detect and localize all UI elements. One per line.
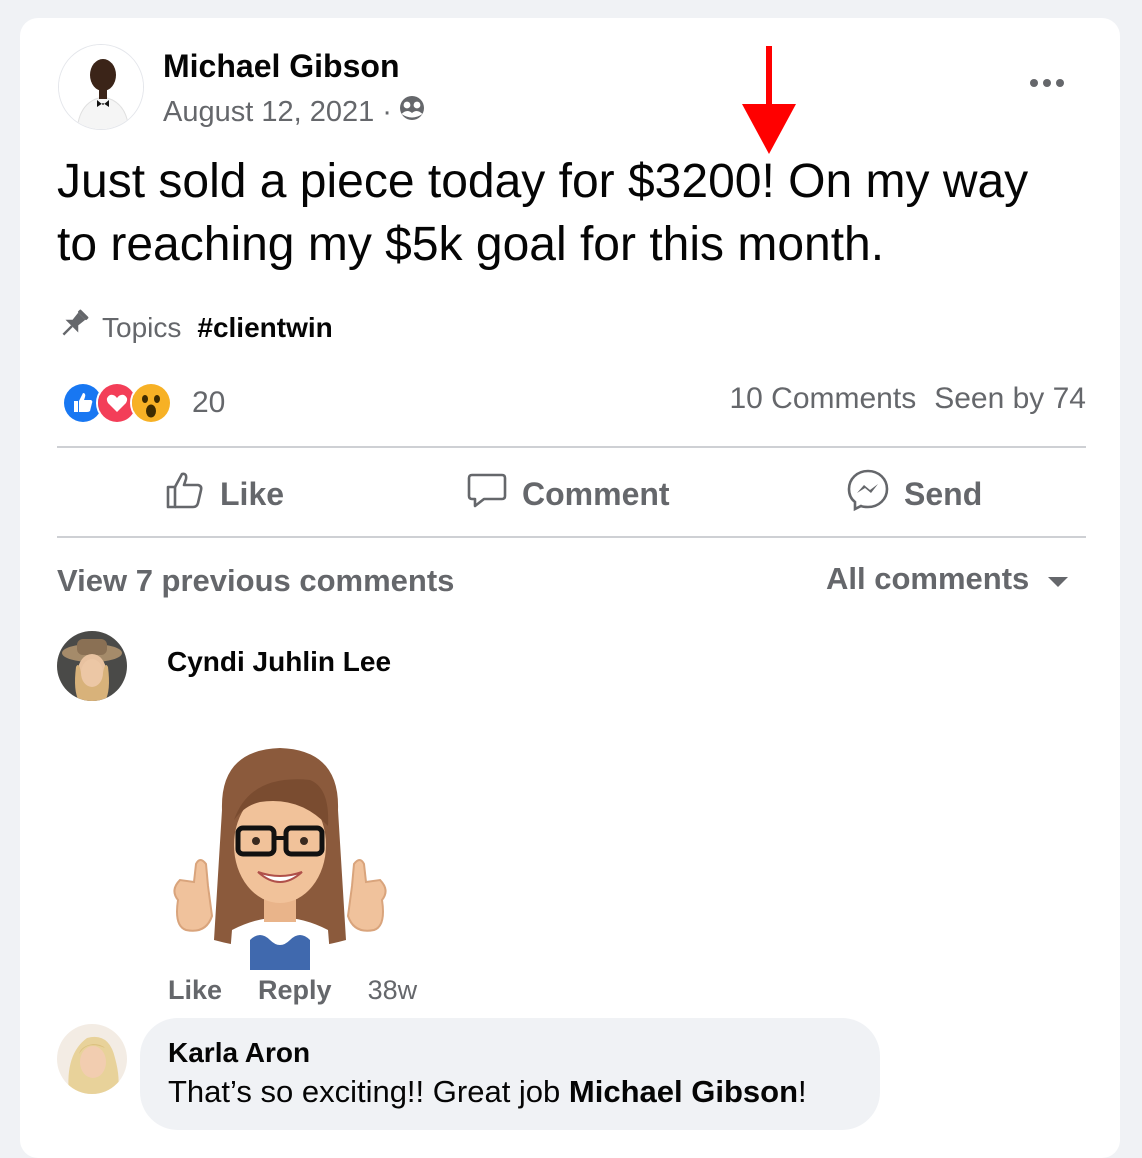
comment-filter-label: All comments (826, 561, 1030, 596)
more-options-button[interactable] (1020, 68, 1074, 98)
annotation-arrow (742, 46, 796, 154)
hashtag-link[interactable]: #clientwin (197, 312, 332, 344)
comment-button-label: Comment (522, 475, 670, 512)
commenter-avatar[interactable] (57, 631, 127, 701)
messenger-icon (846, 468, 890, 520)
author-name[interactable]: Michael Gibson (163, 48, 399, 85)
pin-icon (56, 306, 92, 349)
comment-icon (466, 469, 508, 519)
comment-like-button[interactable]: Like (168, 975, 222, 1006)
friends-icon (398, 94, 426, 130)
comments-count[interactable]: 10 Comments (729, 382, 916, 416)
reaction-count: 20 (192, 386, 226, 419)
send-button[interactable]: Send (846, 466, 982, 522)
comment-filter-dropdown[interactable]: All comments (826, 561, 1069, 597)
send-button-label: Send (904, 475, 983, 512)
commenter-name[interactable]: Cyndi Juhlin Lee (167, 646, 391, 678)
post-date[interactable]: August 12, 2021 · (163, 94, 426, 130)
caret-down-icon (1047, 561, 1069, 597)
comment-button[interactable]: Comment (466, 466, 670, 522)
post-stats: 10 Comments Seen by 74 (729, 382, 1086, 416)
view-previous-comments[interactable]: View 7 previous comments (57, 563, 454, 599)
author-avatar[interactable] (58, 44, 144, 130)
comment-reply-button[interactable]: Reply (258, 975, 332, 1006)
thumbs-up-icon (164, 469, 206, 519)
more-icon (1030, 79, 1038, 87)
comment-text-before: That’s so exciting!! Great job (168, 1074, 569, 1109)
comment-text: That’s so exciting!! Great job Michael G… (168, 1074, 807, 1110)
mention-link[interactable]: Michael Gibson (569, 1074, 798, 1109)
seen-by[interactable]: Seen by 74 (934, 382, 1086, 416)
post-date-text: August 12, 2021 · (163, 95, 392, 128)
commenter-avatar[interactable] (57, 1024, 127, 1094)
comment-text-after: ! (798, 1074, 807, 1109)
post-card: Michael Gibson August 12, 2021 · Just so… (20, 18, 1120, 1158)
like-button[interactable]: Like (164, 466, 284, 522)
topics-row: Topics #clientwin (56, 306, 333, 349)
wow-reaction-icon (130, 382, 172, 424)
avatar-sticker (173, 748, 387, 980)
comment-time[interactable]: 38w (368, 975, 418, 1006)
commenter-name[interactable]: Karla Aron (168, 1037, 310, 1069)
divider-top (57, 446, 1086, 448)
reactions-summary[interactable]: 20 (62, 382, 225, 424)
post-text: Just sold a piece today for $3200! On my… (57, 155, 1029, 271)
divider-bottom (57, 536, 1086, 538)
topics-label: Topics (102, 311, 182, 343)
comment-actions: Like Reply 38w (168, 975, 417, 1006)
like-button-label: Like (220, 475, 285, 512)
